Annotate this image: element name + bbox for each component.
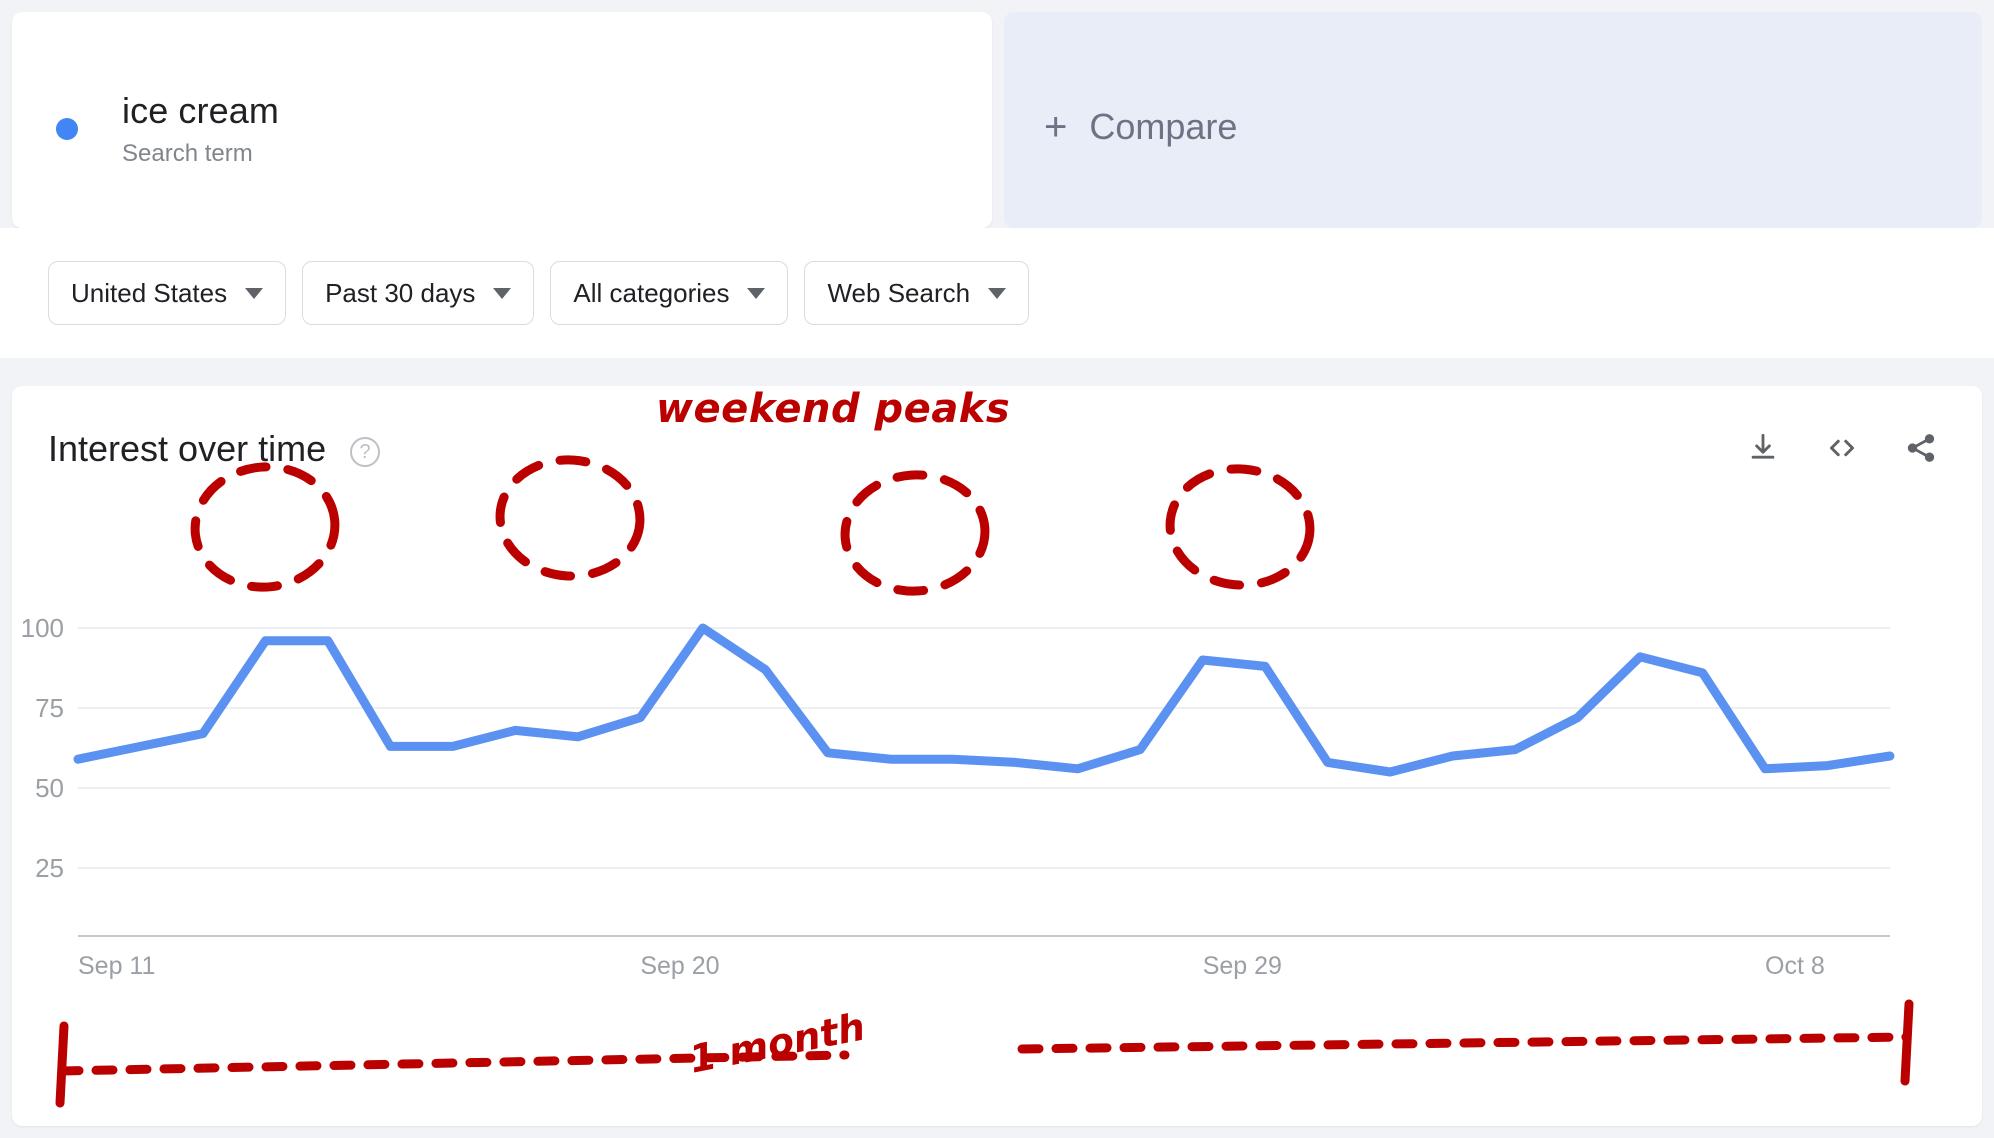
chevron-down-icon [988, 287, 1007, 299]
download-icon[interactable] [1746, 431, 1780, 465]
filter-time-range[interactable]: Past 30 days [302, 261, 535, 325]
filter-location-label: United States [71, 277, 228, 308]
plus-icon: + [1044, 105, 1068, 149]
chevron-down-icon [493, 287, 512, 299]
filter-bar: United States Past 30 days All categorie… [0, 228, 1994, 358]
search-term-row: ice cream Search term + Compare [0, 0, 1994, 228]
filter-time-range-label: Past 30 days [325, 277, 476, 308]
add-comparison-inner: + Compare [1044, 106, 1237, 148]
embed-code-icon[interactable] [1824, 430, 1860, 466]
chevron-down-icon [747, 287, 766, 299]
filter-category[interactable]: All categories [550, 261, 789, 325]
search-term-type: Search term [122, 140, 253, 167]
card-actions [1746, 430, 1938, 466]
search-term-name: ice cream [122, 90, 279, 131]
filter-search-type-label: Web Search [827, 277, 971, 308]
filter-category-label: All categories [573, 277, 730, 308]
interest-over-time-card [12, 386, 1982, 1126]
chevron-down-icon [245, 287, 264, 299]
add-comparison-card[interactable]: + Compare [1004, 12, 1982, 228]
compare-label: Compare [1089, 106, 1238, 147]
page-title: Interest over time [48, 428, 327, 469]
annotation-weekend-peaks: weekend peaks [656, 386, 1011, 432]
filter-search-type[interactable]: Web Search [804, 261, 1030, 325]
search-term-card[interactable]: ice cream Search term [12, 12, 992, 228]
share-icon[interactable] [1904, 431, 1938, 465]
filter-location[interactable]: United States [48, 261, 287, 325]
series-color-dot [56, 118, 78, 140]
help-circle-icon[interactable]: ? [350, 437, 380, 467]
